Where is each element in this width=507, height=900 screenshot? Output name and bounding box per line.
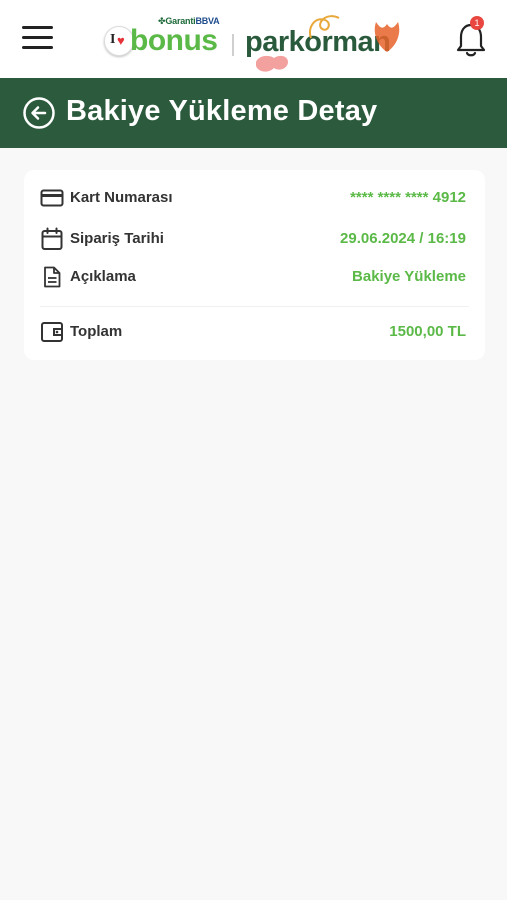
- order-date-label: Sipariş Tarihi: [70, 230, 164, 247]
- card-number-row: Kart Numarası **** **** **** 4912: [40, 186, 469, 210]
- flower-decoration-icon: [374, 22, 400, 52]
- credit-card-icon: [40, 189, 64, 207]
- description-value: Bakiye Yükleme: [352, 268, 466, 285]
- document-icon: [44, 266, 61, 288]
- order-date-row: Sipariş Tarihi 29.06.2024 / 16:19: [40, 227, 469, 251]
- top-header: ✤GarantiBBVA I ♥ bonus parkorman 1: [0, 0, 507, 78]
- card-number-label: Kart Numarası: [70, 189, 173, 206]
- hamburger-menu-icon[interactable]: [22, 24, 54, 52]
- total-row: Toplam 1500,00 TL: [40, 320, 469, 344]
- wallet-icon: [41, 322, 63, 342]
- card-divider: [40, 306, 469, 307]
- notification-bell-icon[interactable]: 1: [456, 16, 486, 58]
- arrow-left-circle-icon: [23, 97, 55, 129]
- order-date-value: 29.06.2024 / 16:19: [340, 230, 466, 247]
- bonus-wordmark: bonus: [130, 24, 218, 57]
- notification-count-badge: 1: [470, 16, 484, 30]
- description-row: Açıklama Bakiye Yükleme: [40, 265, 469, 289]
- description-label: Açıklama: [70, 268, 136, 285]
- calendar-icon: [41, 227, 63, 250]
- total-value: 1500,00 TL: [389, 323, 466, 340]
- page-title-bar: Bakiye Yükleme Detay: [0, 78, 507, 148]
- balance-load-detail-card: Kart Numarası **** **** **** 4912 Sipari…: [24, 170, 485, 360]
- logo-separator: [232, 34, 234, 56]
- page-title: Bakiye Yükleme Detay: [66, 95, 378, 127]
- card-number-value: **** **** **** 4912: [350, 189, 466, 206]
- blob-decoration-icon: [256, 55, 288, 72]
- back-arrow-icon[interactable]: [22, 96, 56, 130]
- total-label: Toplam: [70, 323, 123, 340]
- swirl-decoration-icon: [309, 15, 340, 39]
- bonus-parkorman-logo: ✤GarantiBBVA I ♥ bonus parkorman: [100, 10, 420, 72]
